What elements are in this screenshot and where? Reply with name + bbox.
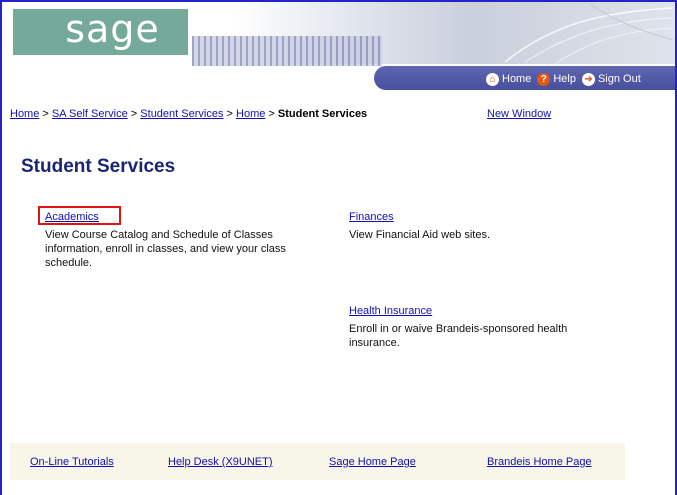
breadcrumb-separator: > bbox=[130, 108, 138, 120]
academics-link[interactable]: Academics bbox=[45, 211, 99, 223]
breadcrumb-home[interactable]: Home bbox=[10, 108, 39, 120]
footer-bar: On-Line Tutorials Help Desk (X9UNET) Sag… bbox=[10, 443, 625, 480]
nav-signout-label: Sign Out bbox=[597, 73, 641, 85]
page-frame: sage ⌂ Home ? Help ➔ Sign Out Home > SA … bbox=[0, 0, 677, 495]
footer-online-tutorials-link[interactable]: On-Line Tutorials bbox=[30, 456, 114, 468]
nav-home-label: Home bbox=[502, 73, 532, 85]
banner-swirl-art bbox=[504, 3, 674, 64]
logo-text: sage bbox=[65, 7, 160, 51]
service-finances: Finances View Financial Aid web sites. bbox=[349, 210, 609, 242]
breadcrumb-separator: > bbox=[42, 108, 49, 120]
sage-logo: sage bbox=[13, 7, 188, 55]
footer-help-desk-link[interactable]: Help Desk (X9UNET) bbox=[168, 456, 273, 468]
top-nav-links: ⌂ Home ? Help ➔ Sign Out bbox=[486, 71, 644, 87]
service-health-insurance: Health Insurance Enroll in or waive Bran… bbox=[349, 304, 609, 350]
sign-out-icon: ➔ bbox=[581, 72, 595, 86]
finances-link[interactable]: Finances bbox=[349, 211, 394, 223]
nav-help-label: Help bbox=[553, 73, 576, 85]
banner-stripes bbox=[192, 36, 382, 66]
breadcrumb: Home > SA Self Service > Student Service… bbox=[10, 108, 367, 120]
breadcrumb-separator: > bbox=[268, 108, 275, 120]
home-icon: ⌂ bbox=[486, 72, 499, 86]
footer-brandeis-home-link[interactable]: Brandeis Home Page bbox=[487, 456, 592, 468]
health-insurance-description: Enroll in or waive Brandeis-sponsored he… bbox=[349, 323, 568, 349]
breadcrumb-sa-self-service[interactable]: SA Self Service bbox=[52, 108, 128, 120]
header-banner: sage ⌂ Home ? Help ➔ Sign Out bbox=[2, 2, 675, 94]
breadcrumb-home-2[interactable]: Home bbox=[236, 108, 265, 120]
breadcrumb-separator: > bbox=[226, 108, 233, 120]
help-icon: ? bbox=[537, 72, 551, 86]
footer-sage-home-link[interactable]: Sage Home Page bbox=[329, 456, 416, 468]
new-window-link[interactable]: New Window bbox=[487, 108, 551, 120]
nav-home-link[interactable]: ⌂ Home bbox=[486, 72, 532, 86]
breadcrumb-student-services[interactable]: Student Services bbox=[140, 108, 223, 120]
service-academics: Academics View Course Catalog and Schedu… bbox=[45, 210, 295, 270]
nav-help-link[interactable]: ? Help bbox=[537, 72, 576, 86]
academics-description: View Course Catalog and Schedule of Clas… bbox=[45, 229, 286, 269]
breadcrumb-current: Student Services bbox=[277, 108, 368, 120]
page-title: Student Services bbox=[21, 156, 176, 177]
nav-signout-link[interactable]: ➔ Sign Out bbox=[581, 72, 641, 86]
finances-description: View Financial Aid web sites. bbox=[349, 229, 491, 241]
health-insurance-link[interactable]: Health Insurance bbox=[349, 305, 432, 317]
